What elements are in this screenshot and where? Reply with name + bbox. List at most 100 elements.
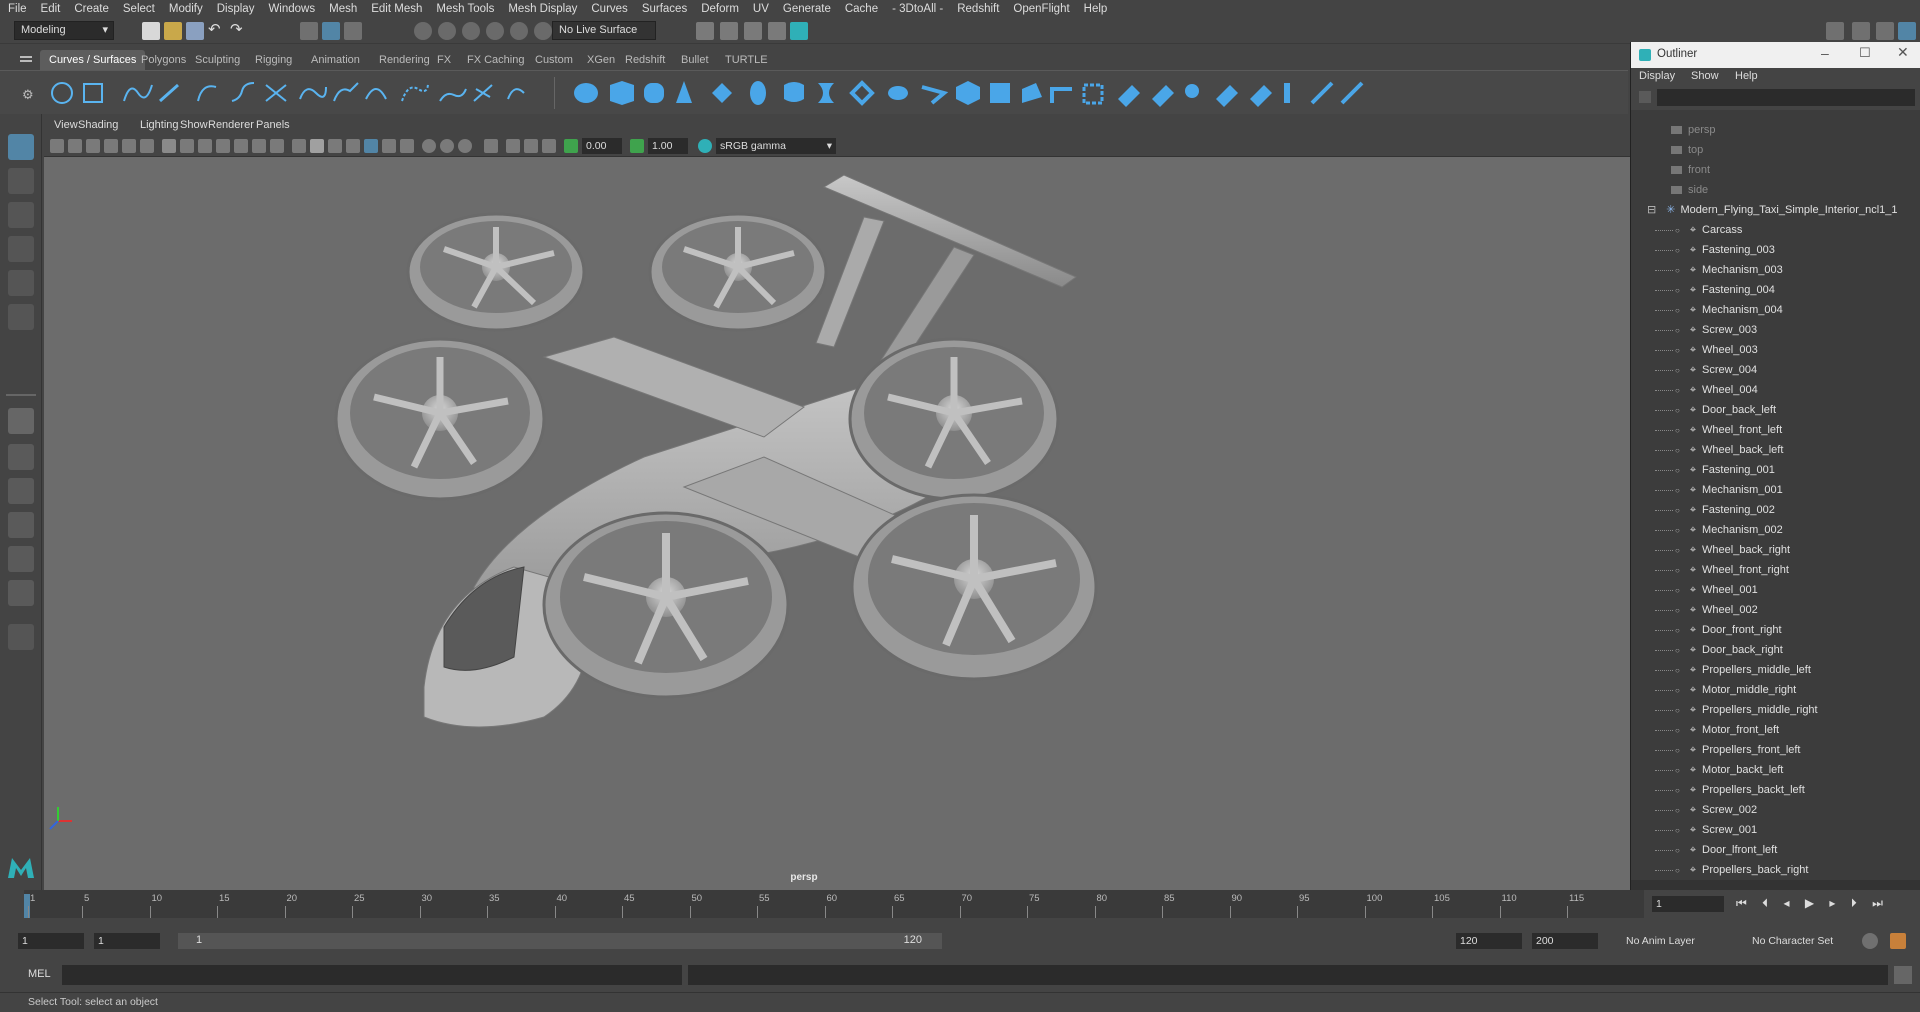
layout-shortcut-icon[interactable] [8, 580, 34, 606]
undo-icon[interactable]: ↶ [208, 22, 226, 40]
playback-start-field[interactable]: 1 [94, 933, 160, 949]
menu-mesh[interactable]: Mesh [329, 3, 357, 15]
outliner-item-wheel-003[interactable]: ○ ⌖ Wheel_003 [1655, 340, 1758, 360]
menu-generate[interactable]: Generate [783, 3, 831, 15]
collapse-icon[interactable]: ⊟ [1647, 204, 1656, 216]
sculpt-tool-icon[interactable] [1310, 81, 1334, 105]
minimize-icon[interactable]: – [1821, 45, 1829, 61]
expand-dot-icon[interactable]: ○ [1675, 386, 1680, 395]
viewport-menu-panels[interactable]: Panels [256, 119, 290, 131]
menu-edit[interactable]: Edit [41, 3, 61, 15]
outliner-item-wheel-back-right[interactable]: ○ ⌖ Wheel_back_right [1655, 540, 1790, 560]
render-current-frame-icon[interactable] [720, 22, 738, 40]
bookmark-icon[interactable] [86, 139, 100, 153]
arc-tool-icon[interactable] [197, 85, 217, 102]
bezier-curve-icon[interactable] [231, 82, 255, 102]
ambient-occlusion-icon[interactable] [400, 139, 414, 153]
expand-dot-icon[interactable]: ○ [1675, 606, 1680, 615]
outliner-search-input[interactable] [1657, 89, 1915, 106]
rotate-tool-icon[interactable] [8, 270, 34, 296]
hypershade-icon[interactable] [790, 22, 808, 40]
reverse-curve-icon[interactable] [507, 88, 525, 100]
outliner-item-motor-front-left[interactable]: ○ ⌖ Motor_front_left [1655, 720, 1779, 740]
fillet-surface-icon[interactable] [1340, 81, 1364, 105]
outliner-scrollbar[interactable] [1631, 880, 1920, 890]
viewport-menu-show[interactable]: Show [180, 119, 208, 131]
scale-tool-icon[interactable] [8, 304, 34, 330]
menu-redshift[interactable]: Redshift [957, 3, 999, 15]
cv-curve-icon[interactable] [123, 84, 153, 102]
expand-dot-icon[interactable]: ○ [1675, 446, 1680, 455]
exposure-field[interactable]: 0.00 [582, 138, 622, 154]
extrude-icon[interactable] [888, 86, 908, 100]
outliner-item-wheel-front-right[interactable]: ○ ⌖ Wheel_front_right [1655, 560, 1789, 580]
intersect-surface-icon[interactable] [1118, 85, 1140, 107]
select-tool-icon[interactable] [8, 134, 34, 160]
outliner-item-mechanism-002[interactable]: ○ ⌖ Mechanism_002 [1655, 520, 1783, 540]
menu-edit-mesh[interactable]: Edit Mesh [371, 3, 422, 15]
open-scene-icon[interactable] [164, 22, 182, 40]
detach-curve-icon[interactable] [333, 82, 359, 102]
rotor-middle-right[interactable] [848, 337, 1060, 501]
menu-uv[interactable]: UV [753, 3, 769, 15]
menu-file[interactable]: File [8, 3, 27, 15]
hud-icon[interactable] [506, 139, 520, 153]
grid-icon[interactable] [162, 139, 176, 153]
rotor-middle-left[interactable] [334, 337, 546, 501]
gamma-icon[interactable] [630, 139, 644, 153]
expand-dot-icon[interactable]: ○ [1675, 766, 1680, 775]
expand-dot-icon[interactable]: ○ [1675, 686, 1680, 695]
attribute-editor-icon[interactable] [1898, 22, 1916, 40]
menu-openflight[interactable]: OpenFlight [1013, 3, 1069, 15]
isolate-select-icon[interactable] [484, 139, 498, 153]
nurbs-torus-icon[interactable] [750, 81, 766, 105]
detach-surface-icon[interactable] [1216, 85, 1238, 107]
outliner-camera-persp[interactable]: persp [1671, 120, 1716, 140]
outliner-item-screw-001[interactable]: ○ ⌖ Screw_001 [1655, 820, 1757, 840]
untrim-icon[interactable] [1082, 83, 1104, 105]
outliner-item-fastening-004[interactable]: ○ ⌖ Fastening_004 [1655, 280, 1775, 300]
expand-dot-icon[interactable]: ○ [1675, 566, 1680, 575]
outliner-item-mechanism-004[interactable]: ○ ⌖ Mechanism_004 [1655, 300, 1783, 320]
square-surface-icon[interactable] [990, 83, 1010, 103]
maximize-icon[interactable]: ☐ [1859, 45, 1871, 61]
expand-dot-icon[interactable]: ○ [1675, 666, 1680, 675]
outliner-menu-show[interactable]: Show [1691, 70, 1719, 82]
nurbs-square-icon[interactable] [83, 83, 103, 103]
expand-dot-icon[interactable]: ○ [1675, 626, 1680, 635]
close-icon[interactable]: ✕ [1897, 44, 1909, 61]
outliner-item-propellers-front-left[interactable]: ○ ⌖ Propellers_front_left [1655, 740, 1801, 760]
custom-layout-icon[interactable] [8, 624, 34, 650]
expand-dot-icon[interactable]: ○ [1675, 706, 1680, 715]
attach-surface-icon[interactable] [1185, 84, 1199, 98]
gamma-field[interactable]: 1.00 [648, 138, 688, 154]
menu-display[interactable]: Display [217, 3, 255, 15]
image-plane-icon[interactable] [104, 139, 118, 153]
menu-help[interactable]: Help [1084, 3, 1108, 15]
persp-graph-icon[interactable] [8, 512, 34, 538]
expand-dot-icon[interactable]: ○ [1675, 226, 1680, 235]
extend-curve-icon[interactable] [365, 88, 387, 100]
command-language[interactable]: MEL [28, 968, 51, 980]
playback-controls[interactable]: ⏮ ⏴ ◂ ▶ ▸ ⏵ ⏭ [1736, 896, 1889, 911]
snap-view-plane-icon[interactable] [486, 22, 504, 40]
shelf-tab-fx[interactable]: FX [428, 50, 460, 70]
outliner-item-propellers-backt-left[interactable]: ○ ⌖ Propellers_backt_left [1655, 780, 1805, 800]
menu-surfaces[interactable]: Surfaces [642, 3, 687, 15]
nurbs-cone-icon[interactable] [676, 81, 692, 103]
outliner-item-fastening-002[interactable]: ○ ⌖ Fastening_002 [1655, 500, 1775, 520]
time-slider[interactable]: 1 ⏮ ⏴ ◂ ▶ ▸ ⏵ ⏭ 1 5 10 15 20 25 30 35 40 45 50 55 60… [0, 890, 1920, 920]
outliner-item-door-front-right[interactable]: ○ ⌖ Door_front_right [1655, 620, 1782, 640]
outliner-item-carcass[interactable]: ○ ⌖ Carcass [1655, 220, 1742, 240]
expand-dot-icon[interactable]: ○ [1675, 866, 1680, 875]
outliner-menu-display[interactable]: Display [1639, 70, 1675, 82]
trim-tool-icon[interactable] [1050, 87, 1072, 103]
script-editor-icon[interactable] [1894, 966, 1912, 984]
redo-icon[interactable]: ↷ [230, 22, 248, 40]
outliner-item-motor-middle-right[interactable]: ○ ⌖ Motor_middle_right [1655, 680, 1796, 700]
xray-icon[interactable] [422, 139, 436, 153]
select-camera-icon[interactable] [50, 139, 64, 153]
nurbs-circle-icon[interactable] [51, 82, 73, 104]
expand-dot-icon[interactable]: ○ [1675, 646, 1680, 655]
film-gate-icon[interactable] [180, 139, 194, 153]
